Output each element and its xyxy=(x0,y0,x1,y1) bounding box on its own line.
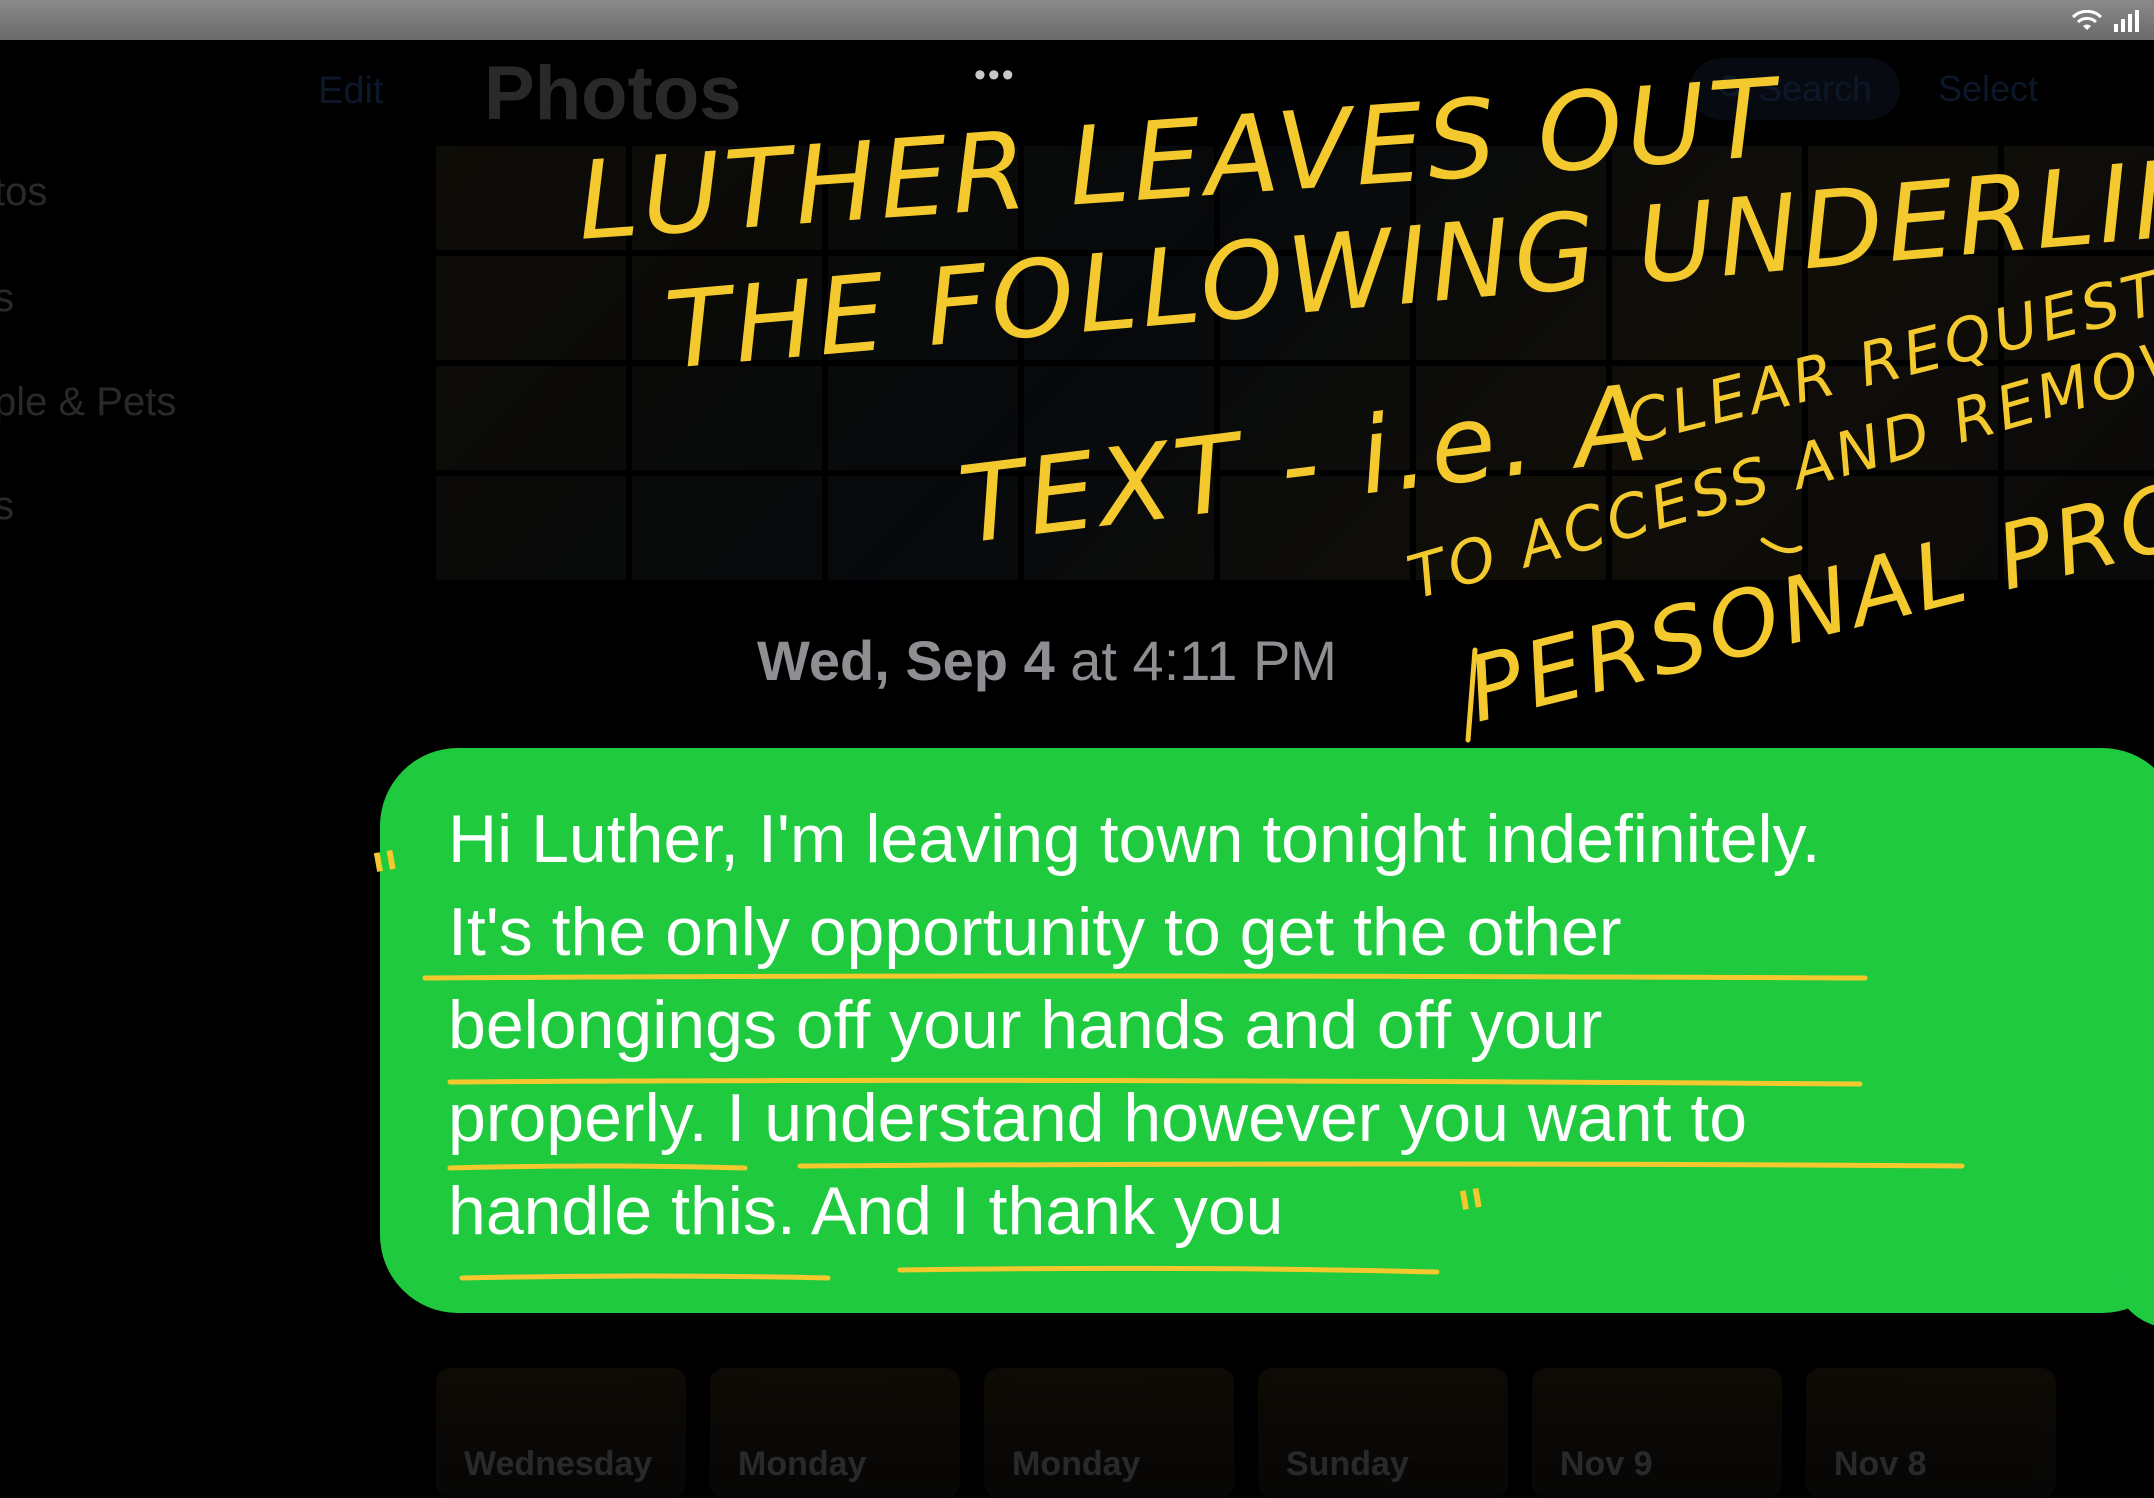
message-line: It's the only opportunity to get the oth… xyxy=(448,894,1622,970)
collection-card[interactable]: Monday xyxy=(984,1368,1234,1498)
collection-card[interactable]: Sunday xyxy=(1258,1368,1508,1498)
collection-card[interactable]: Wednesday xyxy=(436,1368,686,1498)
sidebar-item[interactable]: s xyxy=(0,276,14,321)
page-title: Photos xyxy=(484,51,742,136)
sidebar: Edit tos s ple & Pets s xyxy=(0,40,410,1498)
timestamp-time: 4:11 PM xyxy=(1132,629,1337,692)
sidebar-item-photos[interactable]: tos xyxy=(0,170,47,215)
message-timestamp: Wed, Sep 4 at 4:11 PM xyxy=(757,628,1337,693)
collection-card[interactable]: Nov 8 xyxy=(1806,1368,2056,1498)
screen: Edit tos s ple & Pets s Photos 4,991 Ite… xyxy=(0,0,2154,1498)
wifi-icon xyxy=(2072,10,2102,30)
collection-card[interactable]: Nov 9 xyxy=(1532,1368,1782,1498)
message-line: belongings off your hands and off your xyxy=(448,987,1603,1063)
select-button[interactable]: Select xyxy=(1938,68,2038,110)
message-line: properly. I understand however you want … xyxy=(448,1080,1748,1156)
message-line: Hi Luther, I'm leaving town tonight inde… xyxy=(448,801,1821,877)
status-bar xyxy=(0,0,2154,40)
sidebar-item-people-pets[interactable]: ple & Pets xyxy=(0,380,176,425)
timestamp-day: Wed, Sep 4 xyxy=(757,629,1055,692)
timestamp-at: at xyxy=(1054,629,1133,692)
message-line: handle this. And I thank you xyxy=(448,1173,1284,1249)
sidebar-item[interactable]: s xyxy=(0,484,14,529)
status-icons xyxy=(2072,10,2140,32)
collections-row: Wednesday Monday Monday Sunday Nov 9 Nov… xyxy=(436,1368,2154,1498)
sidebar-edit-button[interactable]: Edit xyxy=(318,70,383,113)
more-options-icon[interactable]: ••• xyxy=(974,56,1016,95)
collection-card[interactable]: Monday xyxy=(710,1368,960,1498)
signal-icon xyxy=(2114,10,2139,32)
